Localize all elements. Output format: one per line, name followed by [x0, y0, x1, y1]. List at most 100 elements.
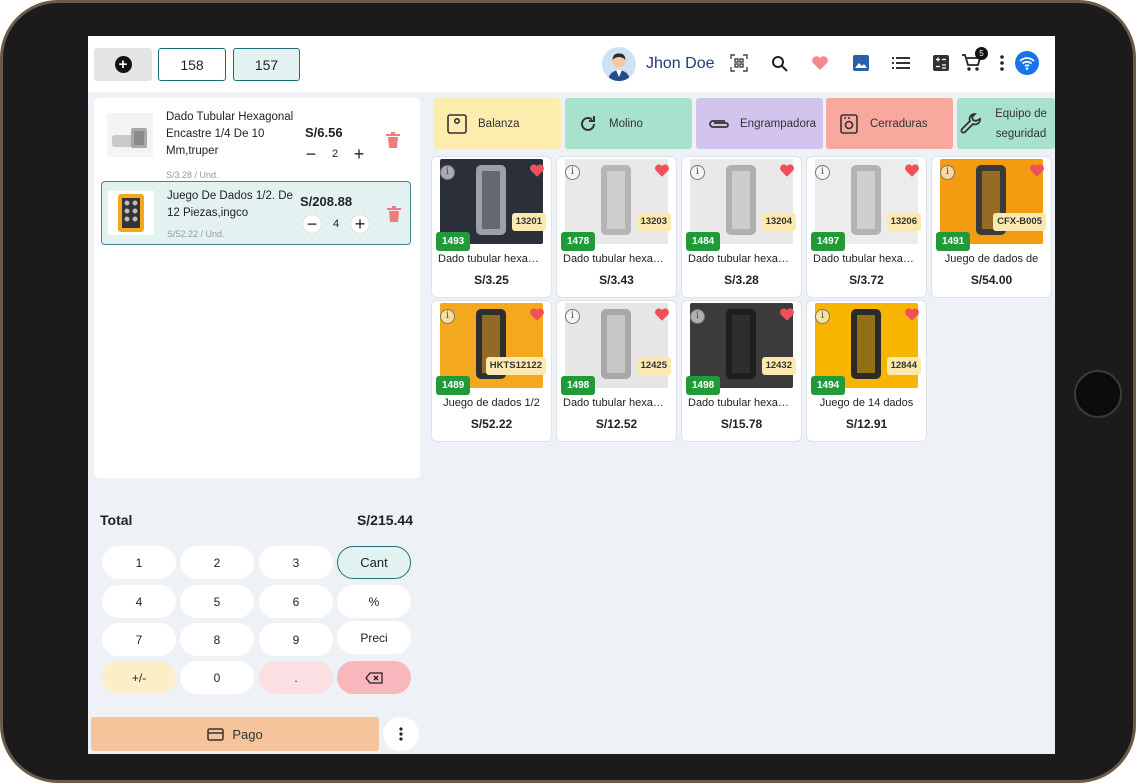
product-code-badge: 13203: [636, 213, 671, 231]
product-price: S/15.78: [720, 417, 763, 431]
category-label: Cerraduras: [870, 117, 928, 130]
info-icon[interactable]: i: [565, 165, 580, 180]
top-bar: + 158 157 Jhon Doe 5: [88, 36, 1055, 92]
keypad-decimal-point[interactable]: .: [259, 661, 333, 694]
heart-icon[interactable]: [529, 307, 545, 323]
home-button: [1074, 370, 1122, 418]
keypad-key-2[interactable]: 2: [180, 546, 254, 579]
heart-icon[interactable]: [529, 163, 545, 179]
product-price: S/52.22: [470, 417, 513, 431]
info-icon[interactable]: i: [690, 309, 705, 324]
keypad-key-3[interactable]: 3: [259, 546, 333, 579]
ticket-tab[interactable]: 158: [158, 48, 226, 81]
cart-item-name: Juego De Dados 1/2. De 12 Piezas,ingco: [167, 190, 293, 219]
heart-icon[interactable]: [904, 307, 920, 323]
stock-badge: 1493: [436, 232, 471, 251]
qty-value: 2: [331, 148, 339, 160]
decrease-qty-button[interactable]: −: [302, 214, 322, 234]
heart-icon[interactable]: [654, 163, 670, 179]
info-icon[interactable]: i: [565, 309, 580, 324]
keypad-key-8[interactable]: 8: [180, 623, 254, 656]
info-icon[interactable]: i: [940, 165, 955, 180]
product-price: S/3.72: [849, 273, 884, 287]
product-card[interactable]: i 12844 1494 Juego de 14 dados S/12.91: [807, 301, 926, 441]
product-card[interactable]: i 13206 1497 Dado tubular hexagonal S/3.…: [807, 157, 926, 297]
product-card[interactable]: i HKTS12122 1489 Juego de dados 1/2 S/52…: [432, 301, 551, 441]
product-card[interactable]: i 13204 1484 Dado tubular hexagonal S/3.…: [682, 157, 801, 297]
increase-qty-button[interactable]: +: [349, 144, 369, 164]
product-card[interactable]: i 12425 1498 Dado tubular hexagonal S/12…: [557, 301, 676, 441]
product-card[interactable]: i 13203 1478 Dado tubular hexagonal S/3.…: [557, 157, 676, 297]
delete-icon[interactable]: [387, 206, 401, 222]
info-icon[interactable]: i: [440, 309, 455, 324]
list-view-icon[interactable]: [890, 52, 912, 74]
category-balanza[interactable]: Balanza: [434, 98, 561, 149]
category-molino[interactable]: Molino: [565, 98, 692, 149]
product-name: Juego de dados de: [944, 253, 1039, 265]
heart-icon[interactable]: [779, 163, 795, 179]
keypad-key-0[interactable]: 0: [180, 661, 254, 694]
product-price: S/3.28: [724, 273, 759, 287]
product-card[interactable]: i CFX-B005 1491 Juego de dados de S/54.0…: [932, 157, 1051, 297]
avatar[interactable]: [602, 47, 636, 81]
qty-value: 4: [332, 218, 340, 230]
qr-scan-icon[interactable]: [728, 52, 750, 74]
search-icon[interactable]: [768, 52, 790, 74]
category-equipo-de-seguridad[interactable]: Equipo de seguridad: [957, 98, 1055, 149]
product-code-badge: 13204: [761, 213, 796, 231]
calculator-icon[interactable]: [930, 52, 952, 74]
product-code-badge: CFX-B005: [993, 213, 1046, 231]
heart-icon[interactable]: [654, 307, 670, 323]
product-code-badge: HKTS12122: [485, 357, 546, 375]
quantity-stepper: − 2 +: [301, 143, 369, 165]
product-price: S/12.52: [595, 417, 638, 431]
keypad-key-6[interactable]: 6: [259, 585, 333, 618]
info-icon[interactable]: i: [815, 165, 830, 180]
keypad-quantity-mode[interactable]: Cant: [337, 546, 411, 579]
increase-qty-button[interactable]: +: [350, 214, 370, 234]
cart-line-item[interactable]: Dado Tubular Hexagonal Encastre 1/4 De 1…: [101, 103, 411, 180]
cart-line-item-selected[interactable]: Juego De Dados 1/2. De 12 Piezas,ingco S…: [101, 181, 411, 245]
product-card[interactable]: i 12432 1498 Dado tubular hexagonal S/15…: [682, 301, 801, 441]
keypad-discount-mode[interactable]: %: [337, 585, 411, 618]
ticket-tab-active[interactable]: 157: [233, 48, 300, 81]
heart-icon[interactable]: [1029, 163, 1045, 179]
cart-item-total: S/6.56: [305, 125, 343, 140]
category-label: Balanza: [478, 117, 520, 130]
product-price: S/12.91: [845, 417, 888, 431]
product-name: Dado tubular hexagonal: [438, 253, 545, 265]
category-cerraduras[interactable]: Cerraduras: [826, 98, 953, 149]
keypad-key-5[interactable]: 5: [180, 585, 254, 618]
pay-button[interactable]: Pago: [91, 717, 379, 751]
heart-icon[interactable]: [904, 163, 920, 179]
decrease-qty-button[interactable]: −: [301, 144, 321, 164]
delete-icon[interactable]: [386, 132, 400, 148]
pay-label: Pago: [232, 726, 263, 742]
info-icon[interactable]: i: [440, 165, 455, 180]
info-icon[interactable]: i: [815, 309, 830, 324]
category-engrampadora[interactable]: Engrampadora: [696, 98, 823, 149]
product-card[interactable]: i 13201 1493 Dado tubular hexagonal S/3.…: [432, 157, 551, 297]
wifi-icon[interactable]: [1015, 51, 1039, 75]
keypad-price-mode[interactable]: Preci: [337, 621, 411, 654]
image-view-icon[interactable]: [850, 52, 872, 74]
keypad-backspace[interactable]: [337, 661, 411, 694]
keypad-key-4[interactable]: 4: [102, 585, 176, 618]
more-vertical-icon[interactable]: [991, 52, 1013, 74]
payment-options-button[interactable]: [383, 717, 419, 751]
cart-icon[interactable]: 5: [961, 47, 988, 74]
favorites-heart-icon[interactable]: [809, 52, 831, 74]
keypad-key-7[interactable]: 7: [102, 623, 176, 656]
keypad-key-9[interactable]: 9: [259, 623, 333, 656]
new-ticket-button[interactable]: +: [94, 48, 152, 81]
keypad-key-1[interactable]: 1: [102, 546, 176, 579]
info-icon[interactable]: i: [690, 165, 705, 180]
keypad-sign-toggle[interactable]: +/-: [102, 661, 176, 694]
stock-badge: 1498: [561, 376, 596, 395]
category-label: Equipo de seguridad: [995, 107, 1047, 140]
heart-icon[interactable]: [779, 307, 795, 323]
paperclip-icon: [708, 113, 730, 135]
plus-icon: +: [114, 56, 132, 73]
pos-screen: + 158 157 Jhon Doe 5 Dado Tubular Hexago…: [88, 36, 1055, 754]
product-thumbnail: [108, 191, 154, 235]
